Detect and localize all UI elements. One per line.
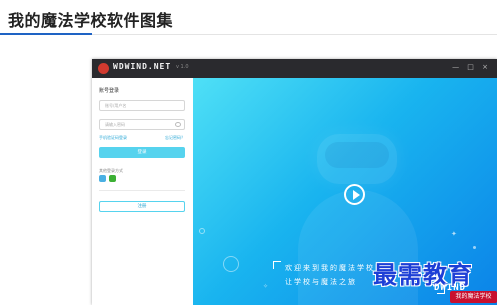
password-input[interactable]: 请输入密码	[99, 119, 185, 130]
window-controls[interactable]: — □ ×	[452, 63, 491, 71]
play-video-button[interactable]	[344, 184, 365, 205]
app-version: v 1.0	[176, 64, 189, 70]
decor-circle	[223, 256, 239, 272]
brand-logo-icon	[98, 63, 109, 74]
tagline-bracket-left	[273, 261, 281, 269]
play-icon	[353, 190, 360, 200]
login-button[interactable]: 登录	[99, 147, 185, 158]
register-button[interactable]: 注册	[99, 201, 185, 212]
password-placeholder: 请输入密码	[105, 122, 125, 127]
qq-login-icon[interactable]	[99, 175, 106, 182]
login-heading: 账号登录	[99, 88, 120, 94]
wechat-login-icon[interactable]	[109, 175, 116, 182]
eye-icon[interactable]	[175, 122, 181, 127]
sparkle-icon: ✦	[451, 230, 457, 238]
account-input[interactable]: 账号/用户名	[99, 100, 185, 111]
vr-headset-illustration	[317, 134, 397, 184]
decor-circle-small	[199, 228, 205, 234]
forgot-password-link[interactable]: 忘记密码？	[165, 135, 185, 141]
watermark-badge: 我的魔法学校	[450, 291, 497, 303]
decor-dot	[473, 246, 476, 249]
sms-login-link[interactable]: 手机验证码登录	[99, 135, 127, 141]
page-title: 我的魔法学校软件图集	[8, 11, 174, 30]
login-divider	[99, 190, 185, 191]
app-title-bar: WDWIND.NET v 1.0 — □ ×	[92, 59, 497, 78]
title-accent-bar	[0, 33, 92, 35]
brand-name: WDWIND.NET	[113, 62, 172, 71]
vr-lens-area	[325, 142, 389, 168]
other-login-label: 其他登录方式	[99, 168, 123, 173]
login-panel: 账号登录 账号/用户名 请输入密码 手机验证码登录 忘记密码？ 登录 其他登录方…	[92, 78, 194, 305]
sparkle-icon: ✧	[263, 283, 269, 290]
